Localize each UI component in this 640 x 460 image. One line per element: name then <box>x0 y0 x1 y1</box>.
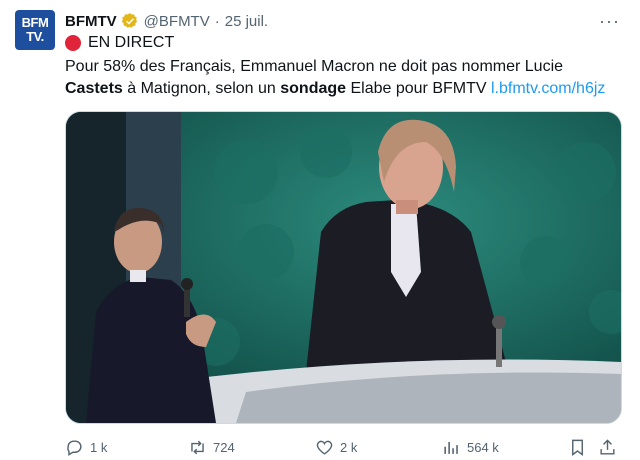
reply-button[interactable]: 1 k <box>65 436 107 458</box>
tweet-text-part2: à Matignon, selon un <box>122 80 281 97</box>
tweet-text-part1: Pour 58% des Français, Emmanuel Macron n… <box>65 58 564 75</box>
reply-count: 1 k <box>90 439 108 455</box>
live-line: EN DIRECT <box>65 34 174 52</box>
like-count: 2 k <box>340 439 358 455</box>
tweet-header: BFMTV @BFMTV · 25 juil. ··· <box>65 11 620 31</box>
tweet-text: Pour 58% des Français, Emmanuel Macron n… <box>65 56 625 100</box>
tweet-text-part3: Elabe pour BFMTV <box>346 80 491 97</box>
retweet-count: 724 <box>213 439 235 455</box>
live-label: EN DIRECT <box>88 34 175 51</box>
reply-icon <box>67 439 82 456</box>
like-button[interactable]: 2 k <box>315 436 357 458</box>
share-button[interactable] <box>598 436 617 458</box>
verified-badge-icon <box>121 12 139 30</box>
tweet-date[interactable]: 25 juil. <box>225 13 268 30</box>
share-icon <box>600 438 615 455</box>
retweet-button[interactable]: 724 <box>188 436 235 458</box>
author-name[interactable]: BFMTV <box>65 13 117 30</box>
tweet-actions: 1 k 724 2 k 564 k <box>65 436 625 458</box>
tweet-bold-sondage: sondage <box>280 80 347 97</box>
live-dot-icon <box>65 35 81 51</box>
header-separator: · <box>214 12 220 30</box>
bookmark-button[interactable] <box>568 436 587 458</box>
tweet-bold-castets: Castets <box>65 80 123 97</box>
views-icon <box>444 441 458 454</box>
tweet-link[interactable]: l.bfmtv.com/h6jz <box>491 80 605 97</box>
views-count: 564 k <box>467 439 499 455</box>
more-icon[interactable]: ··· <box>599 11 620 31</box>
avatar-text-line2: TV. <box>26 29 44 44</box>
media-photo <box>66 112 621 423</box>
tweet-media-image[interactable] <box>65 111 622 424</box>
bookmark-icon <box>572 439 583 456</box>
avatar[interactable]: BFM TV. <box>15 10 55 50</box>
author-handle[interactable]: @BFMTV <box>144 13 210 30</box>
avatar-text-line1: BFM <box>21 15 49 30</box>
views-button[interactable]: 564 k <box>442 436 499 458</box>
like-icon <box>316 440 333 455</box>
retweet-icon <box>191 440 204 454</box>
